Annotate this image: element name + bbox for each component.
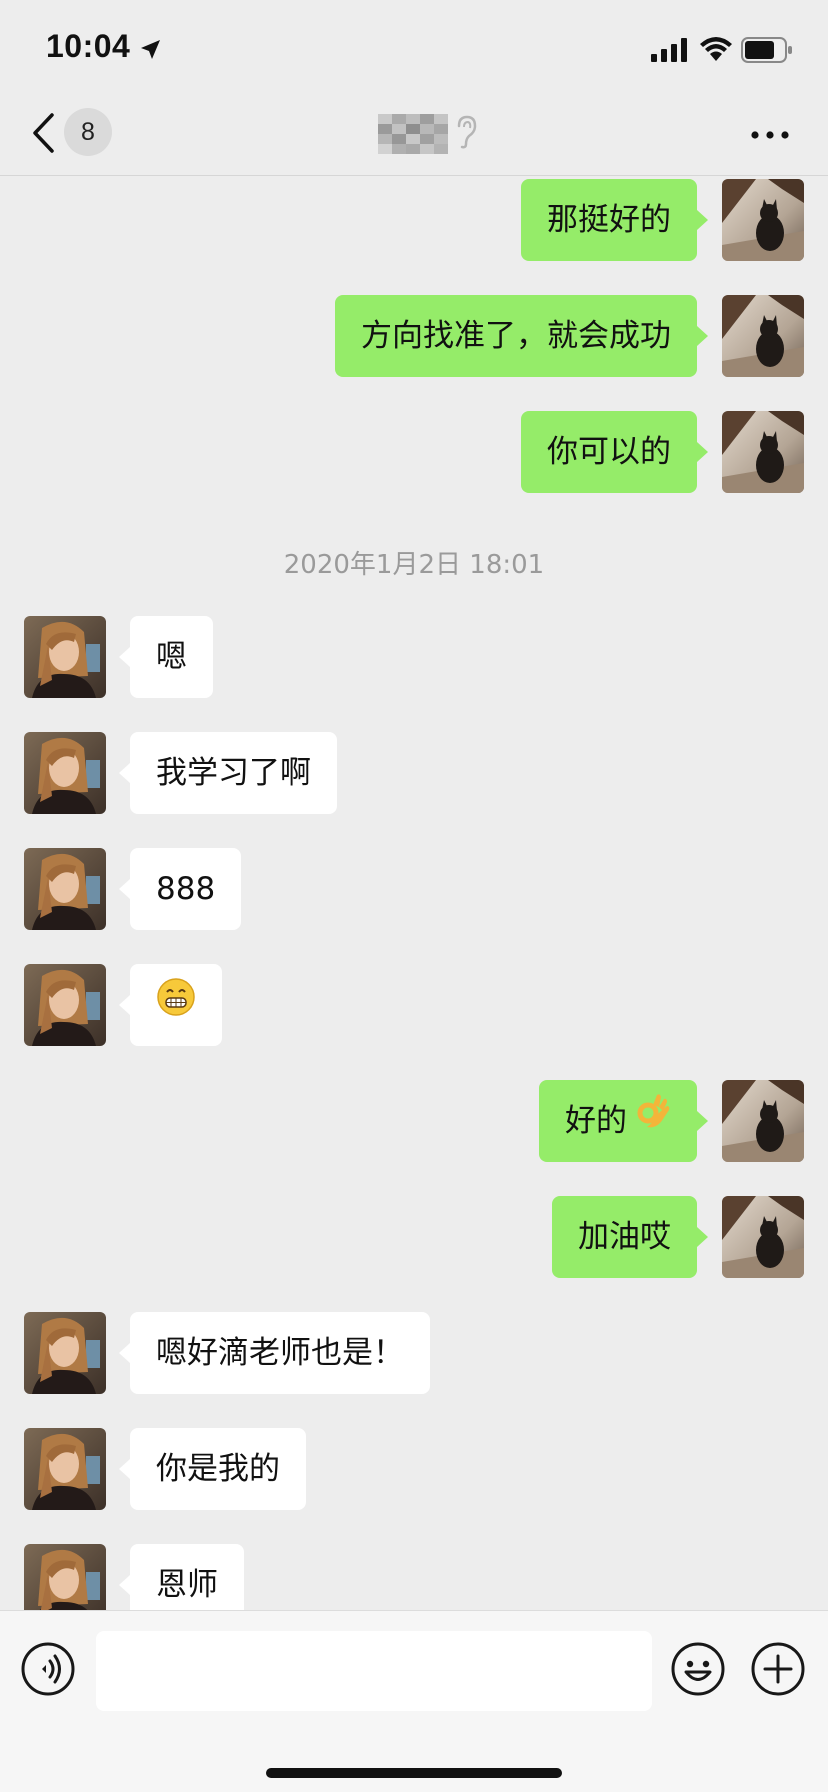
contact-avatar[interactable] bbox=[24, 848, 106, 930]
message-text: 方向找准了，就会成功 bbox=[361, 318, 671, 354]
message-received: 你是我的 bbox=[0, 1428, 828, 1510]
message-sent: 那挺好的 bbox=[0, 179, 828, 261]
input-bar bbox=[0, 1610, 828, 1792]
back-chevron-icon[interactable] bbox=[30, 112, 56, 158]
message-text: 你是我的 bbox=[156, 1451, 280, 1487]
voice-icon[interactable] bbox=[20, 1641, 76, 1701]
wifi-icon bbox=[699, 36, 733, 66]
message-text: 888 bbox=[156, 871, 216, 907]
status-time: 10:04 bbox=[46, 28, 131, 64]
message-received bbox=[0, 964, 828, 1046]
message-bubble[interactable]: 方向找准了，就会成功 bbox=[335, 295, 708, 377]
message-text: 嗯好滴老师也是！ bbox=[156, 1335, 404, 1371]
grinning-face-emoji bbox=[156, 966, 196, 1048]
cellular-signal-icon bbox=[651, 38, 691, 66]
contact-avatar[interactable] bbox=[24, 1428, 106, 1510]
message-received: 我学习了啊 bbox=[0, 732, 828, 814]
message-text: 好的 bbox=[565, 1103, 627, 1139]
message-text: 那挺好的 bbox=[547, 202, 671, 238]
message-sent: 加油哎 bbox=[0, 1196, 828, 1278]
my-avatar[interactable] bbox=[722, 411, 804, 493]
my-avatar[interactable] bbox=[722, 295, 804, 377]
message-bubble[interactable]: 我学习了啊 bbox=[119, 732, 337, 814]
message-text: 恩师 bbox=[156, 1567, 218, 1603]
emoji-icon[interactable] bbox=[670, 1641, 726, 1701]
chat-header: 8 bbox=[0, 100, 828, 176]
my-avatar[interactable] bbox=[722, 1080, 804, 1162]
contact-avatar[interactable] bbox=[24, 1312, 106, 1394]
ear-icon bbox=[454, 114, 478, 154]
my-avatar[interactable] bbox=[722, 1196, 804, 1278]
message-received: 888 bbox=[0, 848, 828, 930]
my-avatar[interactable] bbox=[722, 179, 804, 261]
message-bubble[interactable]: 888 bbox=[119, 848, 242, 930]
location-arrow-icon bbox=[138, 38, 162, 66]
status-bar: 10:04 bbox=[0, 0, 828, 100]
message-sent: 你可以的 bbox=[0, 411, 828, 493]
plus-icon[interactable] bbox=[750, 1641, 806, 1701]
contact-avatar[interactable] bbox=[24, 616, 106, 698]
message-text: 我学习了啊 bbox=[156, 755, 311, 791]
contact-avatar[interactable] bbox=[24, 964, 106, 1046]
unread-count-badge[interactable]: 8 bbox=[64, 108, 112, 156]
message-input[interactable] bbox=[96, 1631, 652, 1711]
message-bubble[interactable]: 加油哎 bbox=[552, 1196, 708, 1278]
home-indicator[interactable] bbox=[266, 1768, 562, 1778]
message-text: 你可以的 bbox=[547, 434, 671, 470]
message-bubble[interactable]: 嗯 bbox=[119, 616, 213, 698]
message-bubble[interactable]: 恩师 bbox=[119, 1544, 244, 1610]
message-bubble[interactable]: 嗯好滴老师也是！ bbox=[119, 1312, 430, 1394]
contact-avatar[interactable] bbox=[24, 1544, 106, 1610]
message-bubble[interactable] bbox=[119, 964, 222, 1048]
message-received: 嗯好滴老师也是！ bbox=[0, 1312, 828, 1394]
message-timestamp: 2020年1月2日 18:01 bbox=[283, 550, 545, 580]
contact-avatar[interactable] bbox=[24, 732, 106, 814]
message-text: 加油哎 bbox=[578, 1219, 671, 1255]
message-sent: 方向找准了，就会成功 bbox=[0, 295, 828, 377]
ok-hand-emoji bbox=[635, 1082, 671, 1164]
more-icon[interactable] bbox=[750, 126, 790, 145]
message-sent: 好的 bbox=[0, 1080, 828, 1162]
message-received: 恩师 bbox=[0, 1544, 828, 1610]
message-received: 嗯 bbox=[0, 616, 828, 698]
message-bubble[interactable]: 那挺好的 bbox=[521, 179, 708, 261]
message-bubble[interactable]: 好的 bbox=[539, 1080, 708, 1164]
message-list[interactable]: 那挺好的 方向找准了，就会成功 你可以的 2020年1月2日 18:01 嗯 我… bbox=[0, 177, 828, 1610]
message-text: 嗯 bbox=[156, 639, 187, 675]
chat-title-redacted bbox=[378, 114, 448, 158]
message-bubble[interactable]: 你可以的 bbox=[521, 411, 708, 493]
battery-icon bbox=[741, 37, 793, 67]
message-bubble[interactable]: 你是我的 bbox=[119, 1428, 306, 1510]
